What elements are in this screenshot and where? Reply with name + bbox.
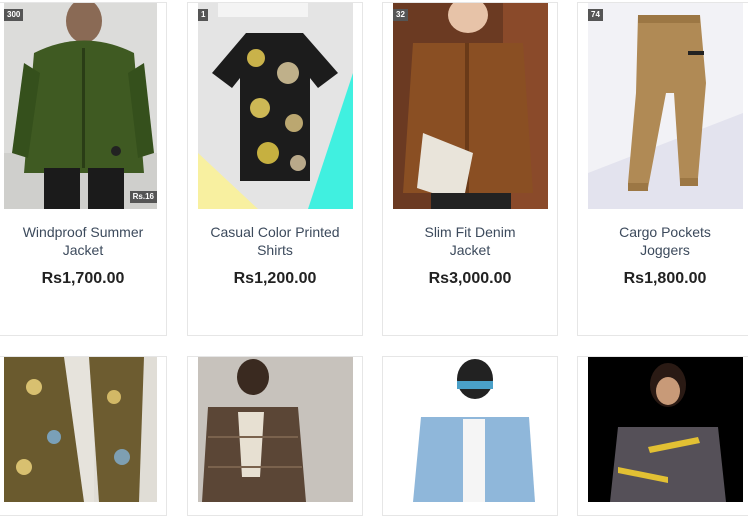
- product-card[interactable]: 74 Cargo Pockets Joggers Rs1,800.00: [577, 2, 748, 336]
- product-price: Rs3,000.00: [428, 270, 512, 287]
- product-card[interactable]: 32 Slim Fit Denim Jacket Rs3,000.00: [382, 2, 558, 336]
- product-badge: 74: [588, 9, 603, 21]
- product-card[interactable]: [382, 356, 558, 516]
- product-title[interactable]: Slim Fit Denim Jacket: [383, 223, 557, 259]
- product-card[interactable]: [187, 356, 363, 516]
- grey-track-jacket-photo: [588, 357, 743, 502]
- product-card[interactable]: [577, 356, 748, 516]
- brown-denim-jacket-photo: [393, 3, 548, 209]
- product-badge: 1: [198, 9, 209, 21]
- price-badge: Rs.16: [129, 191, 157, 203]
- product-title[interactable]: Windproof Summer Jacket: [0, 223, 166, 259]
- product-image[interactable]: 1: [198, 3, 353, 209]
- product-image[interactable]: [198, 357, 353, 502]
- product-price: Rs1,700.00: [41, 270, 125, 287]
- product-card[interactable]: 1 Casual Color Printed Shirts Rs1,200.00: [187, 2, 363, 336]
- blue-denim-jacket-photo: [393, 357, 548, 502]
- green-jacket-photo: [4, 3, 157, 209]
- product-image[interactable]: 300 Rs.16: [4, 3, 157, 209]
- product-title[interactable]: Casual Color Printed Shirts: [188, 223, 362, 259]
- product-title[interactable]: Cargo Pockets Joggers: [578, 223, 748, 259]
- product-image[interactable]: [4, 357, 157, 502]
- product-badge: 300: [4, 9, 24, 21]
- floral-shirt-photo: [198, 3, 353, 209]
- cargo-joggers-photo: [588, 3, 743, 209]
- product-price: Rs1,200.00: [233, 270, 317, 287]
- product-price: Rs1,800.00: [623, 270, 707, 287]
- product-badge: 32: [393, 9, 408, 21]
- product-image[interactable]: [393, 357, 548, 502]
- product-image[interactable]: 32: [393, 3, 548, 209]
- product-image[interactable]: 74: [588, 3, 743, 209]
- plaid-blazer-photo: [198, 357, 353, 502]
- product-card[interactable]: [0, 356, 167, 516]
- product-image[interactable]: [588, 357, 743, 502]
- printed-pants-photo: [4, 357, 157, 502]
- product-card[interactable]: 300 Rs.16 Windproof Summer Jacket Rs1,70…: [0, 2, 167, 336]
